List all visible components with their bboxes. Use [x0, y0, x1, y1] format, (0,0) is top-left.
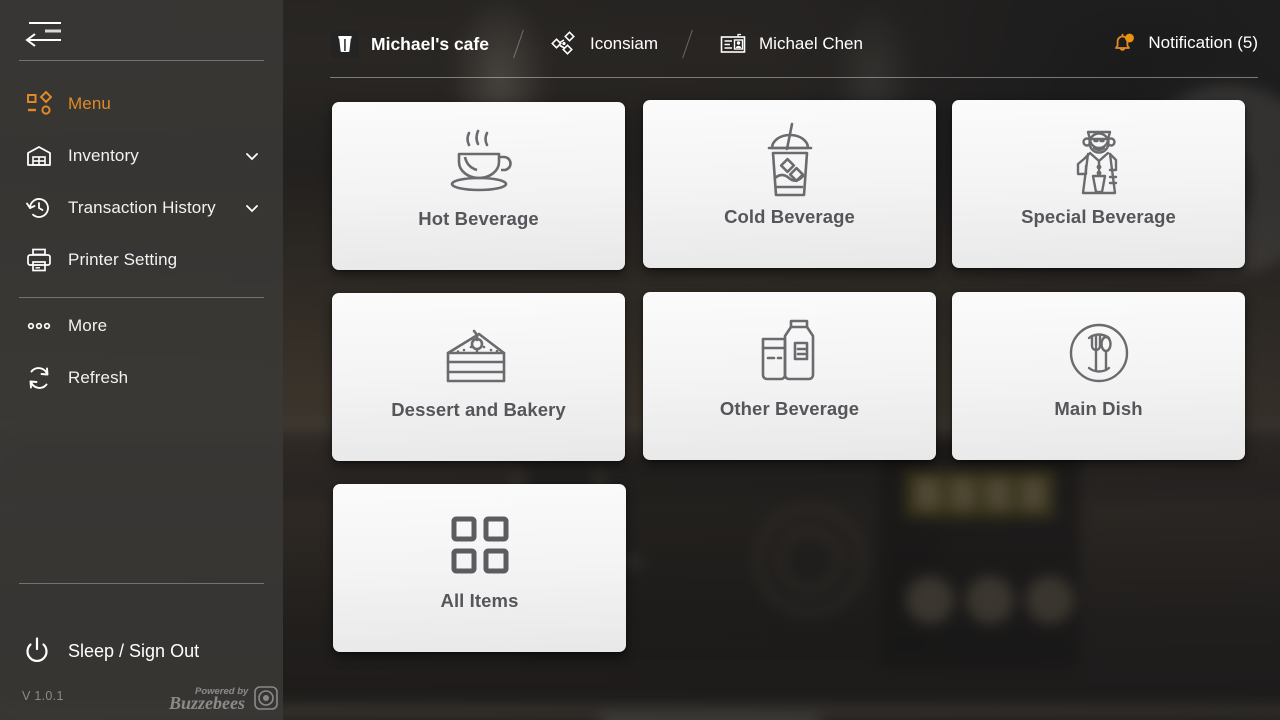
- svg-text:Buzzebees: Buzzebees: [168, 693, 245, 713]
- notification-button[interactable]: Notification (5): [1110, 30, 1258, 56]
- sidebar-item-refresh[interactable]: Refresh: [0, 352, 283, 404]
- category-card-cold-beverage[interactable]: Cold Beverage: [643, 100, 936, 268]
- barista-icon: [1060, 122, 1138, 200]
- menu-grid-icon: [24, 89, 54, 119]
- sidebar-item-transaction-history[interactable]: Transaction History: [0, 182, 283, 234]
- warehouse-icon: [24, 141, 54, 171]
- sidebar-item-label: Menu: [68, 94, 111, 113]
- breadcrumb-label: Michael's cafe: [371, 33, 489, 54]
- plate-fork-spoon-icon: [1068, 314, 1130, 392]
- chevron-down-icon[interactable]: [245, 201, 259, 215]
- category-card-main-dish[interactable]: Main Dish: [952, 292, 1245, 460]
- more-dots-icon: [24, 311, 54, 341]
- category-card-other-beverage[interactable]: Other Beverage: [643, 292, 936, 460]
- category-card-label: Dessert and Bakery: [391, 399, 566, 420]
- refresh-icon: [24, 363, 54, 393]
- sidebar-divider-mid: [19, 297, 264, 298]
- category-card-label: All Items: [440, 590, 519, 611]
- sidebar-divider-bottom: [19, 583, 264, 584]
- sidebar-item-menu[interactable]: Menu: [0, 78, 283, 130]
- category-card-label: Other Beverage: [719, 398, 860, 419]
- sidebar-nav: Menu Inventory Transaction History Print…: [0, 78, 283, 286]
- sidebar-item-label: More: [68, 316, 108, 335]
- category-card-special-beverage[interactable]: Special Beverage: [952, 100, 1245, 268]
- category-card-hot-beverage[interactable]: Hot Beverage: [332, 102, 625, 270]
- sidebar-divider-top: [19, 60, 264, 61]
- category-card-label: Main Dish: [1054, 398, 1143, 419]
- powered-by-buzzebees-logo: Powered by Buzzebees: [167, 683, 279, 715]
- iced-drink-cup-icon: [754, 122, 826, 200]
- sidebar-item-label: Inventory: [68, 146, 139, 165]
- pos-app-window: Menu Inventory Transaction History Print…: [0, 0, 1280, 720]
- breadcrumb-label: Michael Chen: [759, 34, 863, 53]
- category-card-dessert-and-bakery[interactable]: Dessert and Bakery: [332, 293, 625, 461]
- sidebar-item-printer-setting[interactable]: Printer Setting: [0, 234, 283, 286]
- cafe-cup-logo-icon: [330, 29, 360, 59]
- top-header: Michael's cafe Iconsiam Michael Chen Not…: [283, 0, 1280, 86]
- breadcrumb-item-branch[interactable]: Iconsiam: [549, 29, 658, 59]
- breadcrumb-item-store[interactable]: Michael's cafe: [330, 29, 489, 59]
- sidebar-secondary-nav: More Refresh: [0, 300, 283, 404]
- category-card-label: Cold Beverage: [724, 206, 855, 227]
- app-version: V 1.0.1: [22, 689, 64, 703]
- breadcrumb-label: Iconsiam: [589, 34, 659, 53]
- chevron-down-icon[interactable]: [245, 149, 259, 163]
- category-card-all-items[interactable]: All Items: [333, 484, 626, 652]
- notification-badge-dot: [1125, 33, 1135, 43]
- breadcrumb-separator: [509, 27, 529, 61]
- cake-slice-icon: [438, 315, 520, 393]
- header-divider: [330, 77, 1258, 78]
- sidebar-item-label: Printer Setting: [68, 250, 178, 269]
- sidebar-item-label: Transaction History: [68, 198, 216, 217]
- id-card-icon: [718, 29, 748, 59]
- sleep-sign-out-label: Sleep / Sign Out: [68, 640, 200, 661]
- collapse-menu-icon[interactable]: [23, 17, 65, 47]
- breadcrumb-separator: [678, 27, 698, 61]
- bell-icon: [1110, 30, 1136, 56]
- breadcrumb-item-user[interactable]: Michael Chen: [718, 29, 863, 59]
- four-squares-grid-icon: [449, 506, 511, 584]
- sidebar: Menu Inventory Transaction History Print…: [0, 0, 283, 720]
- breadcrumb: Michael's cafe Iconsiam Michael Chen: [330, 27, 863, 61]
- printer-icon: [24, 245, 54, 275]
- sidebar-item-inventory[interactable]: Inventory: [0, 130, 283, 182]
- category-grid: Hot Beverage Cold Beverage Special Bever…: [332, 100, 1260, 652]
- milk-bottle-glass-icon: [755, 314, 825, 392]
- power-icon: [20, 634, 54, 668]
- category-card-label: Hot Beverage: [418, 208, 539, 229]
- history-clock-icon: [24, 193, 54, 223]
- sleep-sign-out-button[interactable]: Sleep / Sign Out: [20, 634, 199, 668]
- hot-coffee-cup-icon: [439, 124, 519, 202]
- sidebar-item-more[interactable]: More: [0, 300, 283, 352]
- category-card-label: Special Beverage: [1021, 206, 1176, 227]
- notification-label: Notification (5): [1148, 33, 1258, 52]
- branch-network-icon: [549, 29, 579, 59]
- sidebar-item-label: Refresh: [68, 368, 129, 387]
